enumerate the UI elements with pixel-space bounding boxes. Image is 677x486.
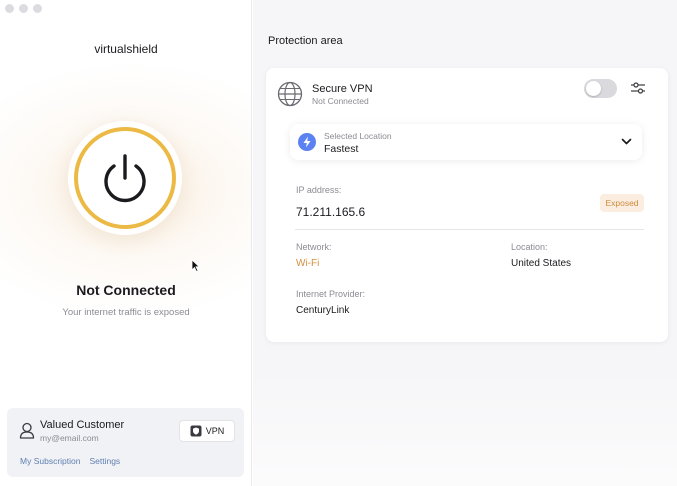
vpn-toggle[interactable] — [584, 79, 617, 98]
user-icon — [19, 422, 35, 439]
power-button[interactable] — [74, 127, 176, 229]
protection-area-title: Protection area — [268, 35, 343, 47]
sidebar-panel: virtualshield Not Connected Your interne… — [0, 0, 252, 486]
mouse-cursor-icon — [191, 259, 200, 272]
selected-location-value: Fastest — [324, 143, 359, 155]
power-icon — [104, 154, 146, 203]
exposed-badge: Exposed — [600, 194, 644, 212]
vpn-product-button[interactable]: VPN — [179, 420, 235, 442]
connection-status-title: Not Connected — [76, 282, 176, 298]
window-controls — [5, 4, 42, 13]
internet-provider-label: Internet Provider: — [296, 289, 366, 299]
divider — [295, 229, 644, 230]
ip-address-label: IP address: — [296, 185, 342, 195]
internet-provider-value: CenturyLink — [296, 305, 350, 316]
app-title: virtualshield — [94, 42, 158, 56]
main-panel: Protection area Secure VPN Not Connected — [253, 0, 677, 486]
minimize-window-button[interactable] — [19, 4, 28, 13]
secure-vpn-status: Not Connected — [312, 96, 369, 106]
bolt-icon — [298, 133, 316, 151]
secure-vpn-title: Secure VPN — [312, 83, 373, 95]
selected-location-label: Selected Location — [324, 131, 392, 141]
ip-address-value: 71.211.165.6 — [296, 205, 366, 219]
account-email: my@email.com — [40, 433, 99, 443]
toggle-knob — [586, 81, 601, 96]
location-selector[interactable]: Selected Location Fastest — [290, 124, 642, 160]
location-value: United States — [511, 258, 572, 269]
account-links: My Subscription Settings — [20, 456, 120, 466]
account-name: Valued Customer — [40, 419, 125, 431]
sliders-icon[interactable] — [630, 81, 646, 95]
shield-icon — [190, 425, 202, 437]
globe-icon — [277, 81, 303, 107]
close-window-button[interactable] — [5, 4, 14, 13]
power-button-container — [68, 121, 182, 235]
connection-status-subtitle: Your internet traffic is exposed — [62, 307, 190, 318]
network-value: Wi-Fi — [296, 258, 320, 269]
vpn-card: Secure VPN Not Connected Selected Locati… — [266, 68, 668, 342]
location-label: Location: — [511, 242, 548, 252]
account-card: Valued Customer my@email.com VPN My Subs… — [7, 408, 244, 477]
chevron-down-icon — [621, 138, 632, 145]
network-label: Network: — [296, 242, 332, 252]
zoom-window-button[interactable] — [33, 4, 42, 13]
vpn-button-label: VPN — [205, 426, 225, 436]
my-subscription-link[interactable]: My Subscription — [20, 456, 80, 466]
settings-link[interactable]: Settings — [89, 456, 120, 466]
